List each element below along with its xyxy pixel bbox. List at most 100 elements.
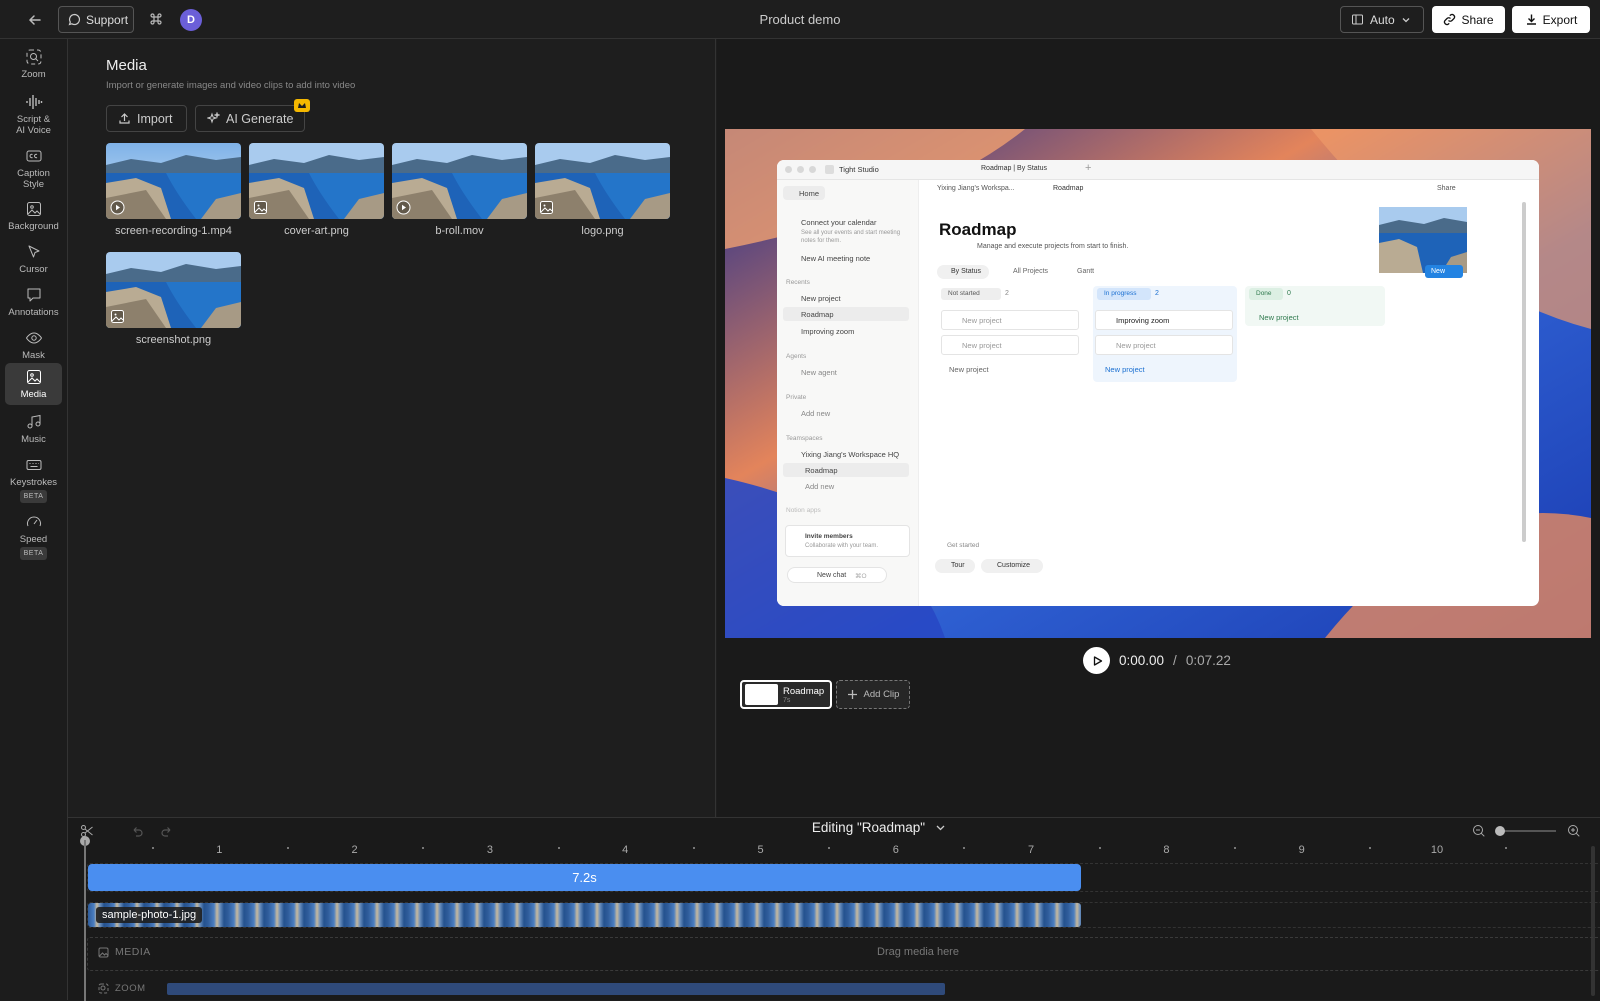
sidebar-item-label: Background — [8, 221, 59, 232]
import-button[interactable]: Import — [106, 105, 187, 132]
top-bar: Support D Product demo Auto Share Export — [0, 0, 1600, 39]
redo-button[interactable] — [160, 825, 174, 839]
get-started-label: Get started — [947, 542, 980, 549]
kanban-card: New project — [1095, 335, 1233, 355]
ruler-tick: 8 — [1163, 844, 1170, 856]
timeline: Editing "Roadmap" 1 2 3 4 5 6 7 8 9 10 7.2s sampl… — [68, 817, 1600, 1001]
invite-title: Invite members — [805, 533, 853, 540]
media-thumbnail — [535, 143, 670, 219]
notion-sidebar: Home Connect your calendar See all your … — [777, 180, 919, 606]
sidebar-item-media[interactable]: Media — [5, 363, 62, 405]
share-label: Share — [1461, 12, 1494, 27]
page-title: Roadmap — [939, 220, 1017, 239]
ruler-minor-tick — [422, 847, 425, 849]
media-lane-label: MEDIA — [98, 946, 151, 958]
aspect-select[interactable]: Auto — [1340, 6, 1424, 33]
fjord-image — [535, 143, 670, 219]
media-panel: Media Import or generate images and vide… — [68, 39, 716, 817]
zoom-track[interactable] — [167, 983, 945, 995]
media-item[interactable]: screen-recording-1.mp4 — [106, 143, 241, 237]
chevron-down-icon — [936, 825, 945, 831]
fjord-image — [106, 143, 241, 219]
zoom-segment-label: 7.2s — [572, 870, 597, 885]
back-button[interactable] — [24, 9, 46, 31]
document-title[interactable]: Product demo — [700, 12, 900, 27]
media-item[interactable]: screenshot.png — [106, 252, 241, 346]
export-button[interactable]: Export — [1512, 6, 1590, 33]
sidebar-item-caption-style[interactable]: Caption Style — [5, 143, 62, 194]
ruler-minor-tick — [828, 847, 831, 849]
share-link: Share — [1437, 185, 1456, 192]
sidebar-item-background[interactable]: Background — [5, 196, 62, 236]
sidebar-item-cursor[interactable]: Cursor — [5, 239, 62, 279]
media-icon — [26, 370, 41, 384]
home-item: Home — [799, 189, 820, 198]
avatar[interactable]: D — [180, 9, 202, 31]
ruler-tick: 4 — [622, 844, 629, 856]
play-button[interactable] — [1083, 647, 1110, 674]
video-icon — [110, 200, 125, 215]
media-thumbnail — [249, 143, 384, 219]
zoom-segment[interactable]: 7.2s — [88, 864, 1081, 891]
add-clip-button[interactable]: Add Clip — [836, 680, 910, 709]
sidebar-item-zoom[interactable]: Zoom — [5, 44, 62, 84]
ruler-minor-tick — [151, 847, 154, 849]
ai-generate-button[interactable]: AI Generate — [195, 105, 305, 132]
video-canvas[interactable]: Tight Studio Roadmap | By Status + Home … — [725, 129, 1591, 638]
breadcrumb-workspace: Yixing Jiang's Workspa... — [937, 185, 1015, 192]
playhead[interactable] — [84, 840, 86, 1001]
media-filename: logo.png — [581, 225, 624, 237]
new-chat-label: New chat — [817, 572, 847, 579]
teamspace-add-item: Add new — [805, 482, 835, 491]
media-clip-strip[interactable] — [88, 903, 1081, 927]
invite-desc: Collaborate with your team. — [805, 543, 879, 549]
kanban-card: Improving zoom — [1095, 310, 1233, 330]
new-chat-shortcut: ⌘O — [855, 573, 867, 580]
sidebar-item-mask[interactable]: Mask — [5, 325, 62, 365]
download-icon — [1526, 14, 1536, 25]
command-icon[interactable] — [148, 11, 164, 27]
recents-heading: Recents — [786, 279, 810, 286]
new-button: New — [1425, 265, 1463, 278]
arrow-left-icon — [28, 15, 41, 25]
sidebar-item-script[interactable]: Script & AI Voice — [5, 89, 62, 140]
recent-item: New project — [801, 294, 841, 303]
image-icon — [111, 310, 124, 323]
undo-button[interactable] — [130, 825, 144, 839]
kanban-card: New project — [941, 310, 1079, 330]
caption-icon — [26, 150, 41, 162]
chat-bubble-icon — [68, 13, 81, 26]
sidebar-item-label: Speed — [19, 534, 48, 545]
editing-selector[interactable]: Editing "Roadmap" — [759, 820, 999, 835]
tour-button: Tour — [935, 559, 975, 573]
clip-roadmap[interactable]: Roadmap 7s — [740, 680, 832, 709]
recent-item: Improving zoom — [801, 327, 855, 336]
time-separator: / — [1173, 653, 1177, 668]
fjord-overlay-image — [1379, 207, 1467, 273]
teamspace-item: Yixing Jiang's Workspace HQ — [801, 450, 900, 459]
support-button[interactable]: Support — [58, 6, 134, 33]
sidebar-item-annotations[interactable]: Annotations — [5, 282, 62, 322]
share-button[interactable]: Share — [1432, 6, 1505, 33]
new-meeting-item: New AI meeting note — [801, 254, 871, 263]
media-lane-text: MEDIA — [115, 946, 151, 958]
sidebar-item-speed[interactable]: Speed BETA — [5, 509, 62, 564]
editing-label: Editing "Roadmap" — [811, 820, 926, 835]
sidebar-item-music[interactable]: Music — [5, 409, 62, 449]
sidebar-item-label: Caption Style — [17, 168, 50, 190]
media-item[interactable]: logo.png — [535, 143, 670, 237]
timeline-zoom-control[interactable] — [1471, 824, 1591, 838]
kanban-card: New project — [941, 335, 1079, 355]
panel-subtitle: Import or generate images and video clip… — [106, 80, 356, 91]
ruler-tick: 2 — [351, 844, 358, 856]
sidebar-item-label: Script & AI Voice — [16, 114, 51, 136]
media-item[interactable]: b-roll.mov — [392, 143, 527, 237]
ruler-tick: 7 — [1028, 844, 1035, 856]
sidebar-item-keystrokes[interactable]: Keystrokes BETA — [5, 452, 62, 507]
zoom-lane-text: ZOOM — [115, 983, 146, 994]
ruler-tick: 3 — [486, 844, 493, 856]
media-item[interactable]: cover-art.png — [249, 143, 384, 237]
apps-heading: Notion apps — [786, 507, 821, 514]
upload-icon — [119, 113, 130, 124]
media-thumbnail — [106, 143, 241, 219]
